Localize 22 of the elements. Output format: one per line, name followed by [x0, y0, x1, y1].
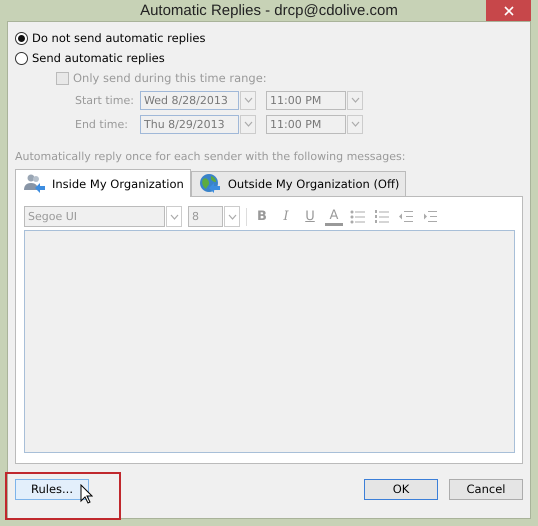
mouse-pointer-icon	[80, 484, 93, 504]
close-icon	[504, 6, 514, 16]
field-label: End time:	[75, 118, 129, 130]
bullet-list-icon[interactable]	[349, 208, 367, 226]
tab[interactable]: Inside My Organization	[15, 169, 191, 197]
field-label: Start time:	[75, 94, 135, 106]
radio-button[interactable]	[15, 32, 28, 44]
radio-button[interactable]	[15, 52, 28, 64]
ok-button[interactable]: OK	[364, 478, 438, 500]
numbered-list-icon[interactable]	[373, 208, 391, 226]
cancel-button[interactable]: Cancel	[449, 478, 523, 500]
rules-button[interactable]: Rules...	[15, 478, 89, 500]
window-title: Automatic Replies - drcp@cdolive.com	[140, 2, 398, 19]
people-icon	[22, 172, 46, 194]
checkbox-label: Only send during this time range:	[73, 71, 267, 85]
radio-label: Do not send automatic replies	[32, 31, 206, 45]
tab[interactable]: Outside My Organization (Off)	[190, 171, 406, 196]
radio-label: Send automatic replies	[32, 51, 165, 65]
close-button[interactable]	[486, 0, 531, 21]
description-text: Automatically reply once for each sender with the following messages:	[15, 150, 406, 165]
message-field[interactable]	[24, 230, 515, 453]
globe-icon	[198, 173, 222, 195]
